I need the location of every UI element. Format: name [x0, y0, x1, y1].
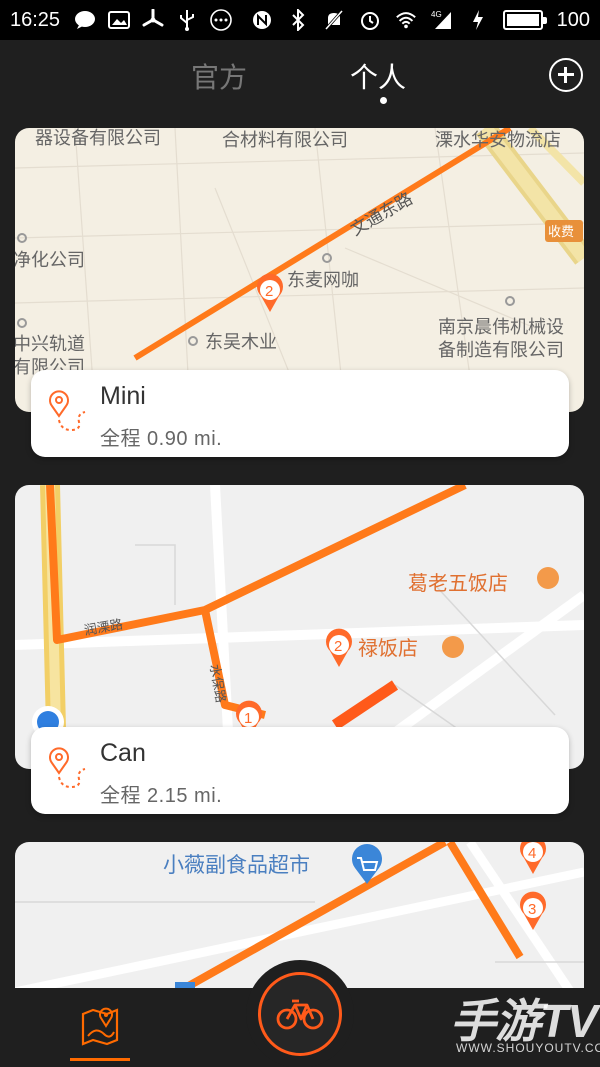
- bicycle-icon: [276, 999, 324, 1030]
- svg-text:3: 3: [528, 901, 536, 918]
- status-bar: 16:25 4G 100: [0, 0, 600, 40]
- svg-text:4: 4: [528, 845, 536, 862]
- active-tab-indicator: [380, 97, 387, 104]
- map-label: 葛老五饭店: [408, 572, 508, 595]
- status-time: 16:25: [10, 8, 61, 31]
- usb-icon: [176, 9, 198, 31]
- map-label: 合材料有限公司: [222, 130, 348, 150]
- active-nav-indicator: [70, 1058, 130, 1061]
- route-name: Can: [100, 739, 146, 767]
- tab-personal[interactable]: 个人: [350, 56, 406, 96]
- route-distance: 全程 0.90 mi.: [100, 428, 223, 450]
- svg-text:2: 2: [265, 283, 273, 300]
- route-card-can[interactable]: 润溧路 水保路 葛老五饭店 禄饭店 2 1 Can 全程 2.15 mi.: [15, 485, 584, 815]
- map-label: 器设备有限公司: [35, 128, 161, 148]
- bluetooth-icon: [287, 9, 309, 31]
- map-label: 备制造有限公司: [438, 340, 564, 360]
- route-pin-icon: [49, 747, 86, 789]
- map-label: 小薇副食品超市: [163, 854, 310, 877]
- more-dots-icon: [210, 9, 232, 31]
- svg-text:1: 1: [244, 710, 252, 727]
- svg-text:2: 2: [334, 638, 342, 655]
- battery-icon: [502, 10, 547, 30]
- route-info-panel[interactable]: Can 全程 2.15 mi.: [31, 727, 569, 814]
- map-label: 南京晨伟机械设: [438, 317, 564, 337]
- charging-icon: [467, 9, 489, 31]
- route-map-icon[interactable]: [80, 1006, 120, 1046]
- map-label: 收费: [548, 224, 574, 239]
- tab-official[interactable]: 官方: [191, 56, 247, 96]
- map-label: 溧水华安物流店: [435, 130, 561, 150]
- map-label: 净化公司: [15, 250, 85, 270]
- map-label: 东吴木业: [205, 332, 277, 352]
- mute-icon: [323, 9, 345, 31]
- fan-icon: [142, 9, 164, 31]
- route-pin-icon: [49, 390, 86, 432]
- chat-bubble-icon: [74, 9, 96, 31]
- route-info-panel[interactable]: Mini 全程 0.90 mi.: [31, 370, 569, 457]
- route-distance: 全程 2.15 mi.: [100, 785, 223, 807]
- 4g-signal-icon: 4G: [431, 9, 453, 31]
- route-card-mini[interactable]: 收费 器设备有限公司 合材料有限公司 溧水华安物流店 净化公司 东麦网咖 中兴轨…: [15, 128, 584, 458]
- nfc-icon: [251, 9, 273, 31]
- map-label: 禄饭店: [358, 637, 418, 660]
- route-name: Mini: [100, 382, 146, 410]
- svg-text:4G: 4G: [431, 10, 442, 19]
- add-circle-icon[interactable]: [549, 58, 583, 92]
- alarm-icon: [359, 9, 381, 31]
- image-icon: [108, 9, 131, 31]
- watermark: 手游TV WWW.SHOUYOUTV.COM: [450, 985, 600, 1065]
- ride-button[interactable]: [258, 972, 342, 1056]
- battery-percentage: 100: [556, 8, 590, 31]
- watermark-url: WWW.SHOUYOUTV.COM: [456, 1041, 600, 1055]
- header: 官方 个人: [0, 40, 600, 112]
- map-label: 中兴轨道: [15, 334, 85, 354]
- wifi-icon: [395, 9, 417, 31]
- map-label: 东麦网咖: [287, 270, 359, 290]
